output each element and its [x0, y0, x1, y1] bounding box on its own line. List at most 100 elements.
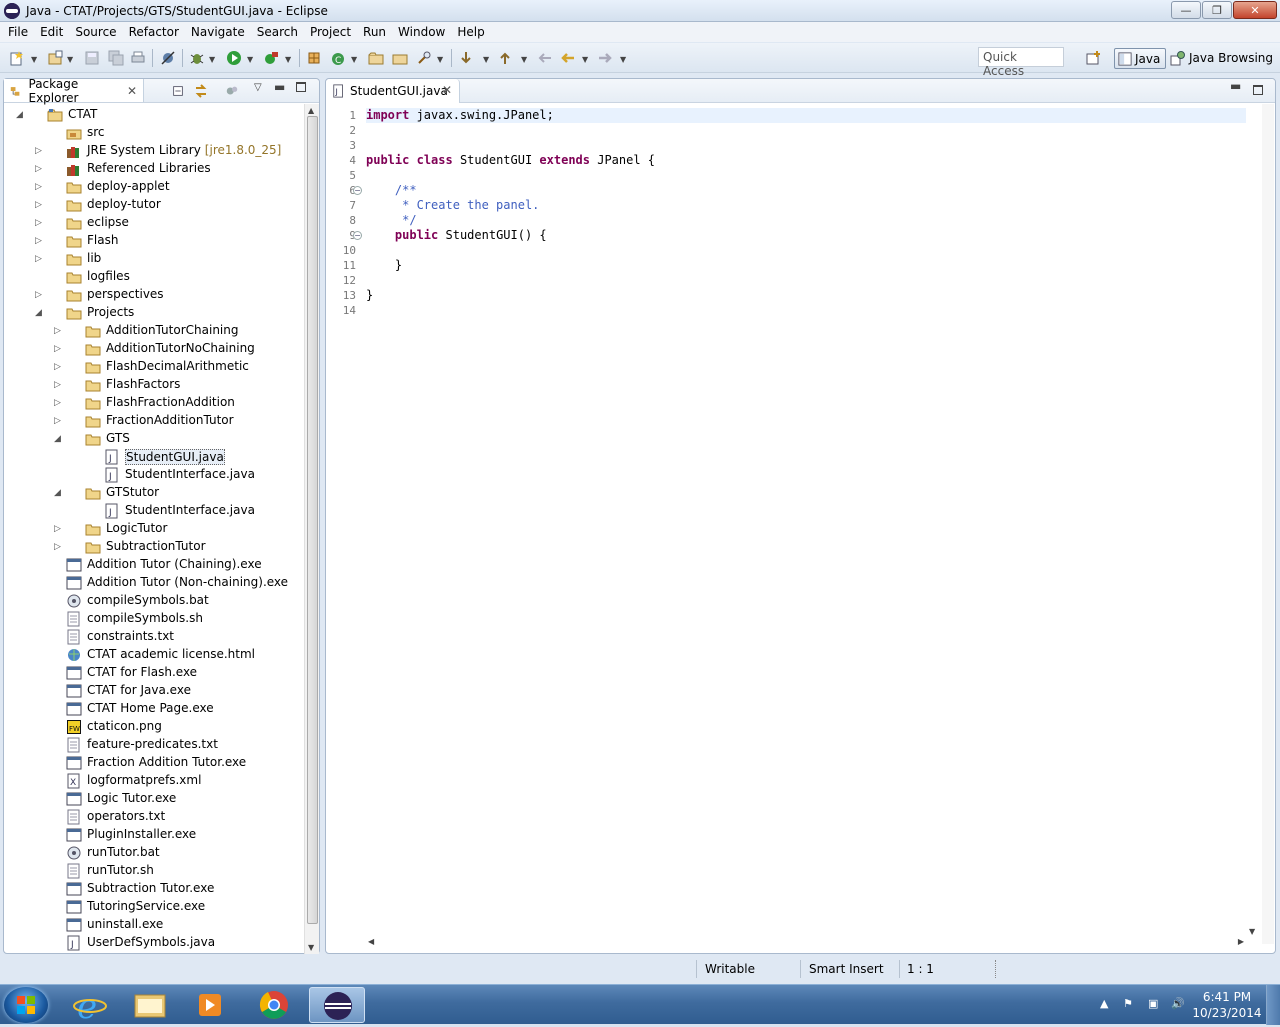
package-explorer-scrollbar[interactable]: ▲ ▼ — [304, 104, 319, 954]
next-annotation-icon[interactable] — [458, 50, 474, 66]
tree-item[interactable]: Addition Tutor (Non-chaining).exe — [87, 575, 288, 589]
tree-item[interactable]: Fraction Addition Tutor.exe — [87, 755, 246, 769]
menu-file[interactable]: File — [2, 25, 34, 39]
maximize-button[interactable]: ❐ — [1202, 1, 1232, 19]
new-java-class-dropdown-arrow[interactable]: ▼ — [351, 55, 357, 64]
tree-item[interactable]: src — [87, 125, 105, 139]
menu-window[interactable]: Window — [392, 25, 451, 39]
tree-item[interactable]: CTAT academic license.html — [87, 647, 255, 661]
open-folder-icon[interactable] — [392, 50, 408, 66]
tree-item[interactable]: JRE System Library [jre1.8.0_25] — [87, 143, 281, 157]
tree-item[interactable]: TutoringService.exe — [87, 899, 205, 913]
tree-item[interactable]: compileSymbols.bat — [87, 593, 209, 607]
expand-arrow-icon[interactable]: ▷ — [54, 416, 64, 426]
collapse-arrow-icon[interactable]: ◢ — [54, 488, 64, 498]
network-icon[interactable]: ▣ — [1148, 997, 1162, 1011]
previous-annotation-icon[interactable] — [497, 50, 513, 66]
tree-item[interactable]: logfiles — [87, 269, 130, 283]
tree-item[interactable]: GTStutor — [106, 485, 159, 499]
external-tools-dropdown-arrow[interactable]: ▼ — [285, 55, 291, 64]
menu-project[interactable]: Project — [304, 25, 357, 39]
new-project-dropdown-arrow[interactable]: ▼ — [67, 55, 73, 64]
tree-item[interactable]: CTAT — [68, 107, 97, 121]
tree-item[interactable]: eclipse — [87, 215, 129, 229]
menu-navigate[interactable]: Navigate — [185, 25, 251, 39]
save-all-icon[interactable] — [108, 50, 124, 66]
menu-run[interactable]: Run — [357, 25, 392, 39]
tree-item[interactable]: StudentInterface.java — [125, 503, 255, 517]
search-icon[interactable] — [416, 50, 432, 66]
tree-item[interactable]: FlashDecimalArithmetic — [106, 359, 249, 373]
tree-item[interactable]: logformatprefs.xml — [87, 773, 201, 787]
collapse-all-icon[interactable] — [171, 84, 185, 98]
tree-item[interactable]: runTutor.sh — [87, 863, 154, 877]
run-dropdown-arrow[interactable]: ▼ — [247, 55, 253, 64]
tree-item[interactable]: ctaticon.png — [87, 719, 162, 733]
volume-icon[interactable]: 🔊 — [1171, 997, 1185, 1011]
tree-item[interactable]: StudentGUI.java — [125, 449, 225, 465]
collapse-arrow-icon[interactable]: ◢ — [16, 110, 26, 120]
open-perspective-icon[interactable] — [1086, 50, 1102, 66]
expand-arrow-icon[interactable]: ▷ — [35, 236, 45, 246]
next-annotation-dropdown-arrow[interactable]: ▼ — [483, 55, 489, 64]
expand-arrow-icon[interactable]: ▷ — [54, 362, 64, 372]
tree-item[interactable]: lib — [87, 251, 101, 265]
scrollbar-thumb[interactable] — [307, 116, 318, 924]
editor-scroll-down-icon[interactable]: ▼ — [1249, 927, 1255, 936]
menu-help[interactable]: Help — [451, 25, 490, 39]
back-icon[interactable] — [560, 50, 576, 66]
show-hidden-icons-icon[interactable]: ▲ — [1100, 997, 1114, 1011]
action-center-flag-icon[interactable]: ⚑ — [1123, 997, 1137, 1011]
tree-item[interactable]: Referenced Libraries — [87, 161, 211, 175]
editor-tab-studentgui[interactable]: J StudentGUI.java ✕ — [326, 79, 460, 103]
tree-item[interactable]: CTAT for Flash.exe — [87, 665, 197, 679]
tree-item[interactable]: SubtractionTutor — [106, 539, 206, 553]
forward-dropdown-arrow[interactable]: ▼ — [620, 55, 626, 64]
collapse-arrow-icon[interactable]: ◢ — [54, 434, 64, 444]
new-icon[interactable] — [9, 50, 25, 66]
new-java-class-icon[interactable]: C — [330, 50, 346, 66]
close-button[interactable]: ✕ — [1233, 1, 1277, 19]
tree-item[interactable]: CTAT for Java.exe — [87, 683, 191, 697]
close-editor-tab-icon[interactable]: ✕ — [442, 83, 452, 97]
save-icon[interactable] — [84, 50, 100, 66]
tree-item[interactable]: LogicTutor — [106, 521, 167, 535]
system-clock[interactable]: 6:41 PM 10/23/2014 — [1192, 989, 1262, 1021]
tree-item[interactable]: GTS — [106, 431, 130, 445]
media-player-taskbar-button[interactable] — [182, 987, 238, 1023]
tree-item[interactable]: Flash — [87, 233, 118, 247]
expand-arrow-icon[interactable]: ▷ — [54, 524, 64, 534]
editor-scroll-right-icon[interactable]: ▶ — [1238, 937, 1244, 946]
expand-arrow-icon[interactable]: ▷ — [35, 200, 45, 210]
tree-item[interactable]: AdditionTutorNoChaining — [106, 341, 255, 355]
tree-item[interactable]: FractionAdditionTutor — [106, 413, 234, 427]
java-browsing-perspective-button[interactable]: Java Browsing — [1170, 50, 1273, 66]
tree-item[interactable]: runTutor.bat — [87, 845, 160, 859]
tree-item[interactable]: PluginInstaller.exe — [87, 827, 196, 841]
tree-item[interactable]: Projects — [87, 305, 134, 319]
expand-arrow-icon[interactable]: ▷ — [35, 290, 45, 300]
tree-item[interactable]: CTAT Home Page.exe — [87, 701, 214, 715]
fold-toggle-icon[interactable]: − — [353, 186, 362, 195]
view-menu-icon[interactable]: ▽ — [254, 82, 262, 93]
tree-item[interactable]: deploy-tutor — [87, 197, 161, 211]
tree-item[interactable]: UserDefSymbols.java — [87, 935, 215, 949]
new-project-icon[interactable] — [47, 50, 63, 66]
menu-edit[interactable]: Edit — [34, 25, 69, 39]
expand-arrow-icon[interactable]: ▷ — [35, 218, 45, 228]
expand-arrow-icon[interactable]: ▷ — [54, 380, 64, 390]
link-with-editor-icon[interactable] — [193, 83, 209, 99]
tree-item[interactable]: Logic Tutor.exe — [87, 791, 176, 805]
editor-horizontal-scrollbar[interactable]: ◀ ▶ — [366, 936, 1246, 950]
scroll-up-icon[interactable]: ▲ — [308, 106, 314, 115]
tree-item[interactable]: Subtraction Tutor.exe — [87, 881, 214, 895]
file-explorer-taskbar-button[interactable] — [122, 987, 178, 1023]
tree-item[interactable]: uninstall.exe — [87, 917, 163, 931]
package-explorer-tab[interactable]: Package Explorer ✕ — [4, 77, 144, 105]
start-button[interactable] — [4, 987, 48, 1023]
java-perspective-button[interactable]: Java — [1114, 48, 1166, 69]
filter-icon[interactable] — [225, 84, 239, 98]
tree-item[interactable]: Addition Tutor (Chaining).exe — [87, 557, 262, 571]
expand-arrow-icon[interactable]: ▷ — [35, 146, 45, 156]
scroll-down-icon[interactable]: ▼ — [308, 943, 314, 952]
